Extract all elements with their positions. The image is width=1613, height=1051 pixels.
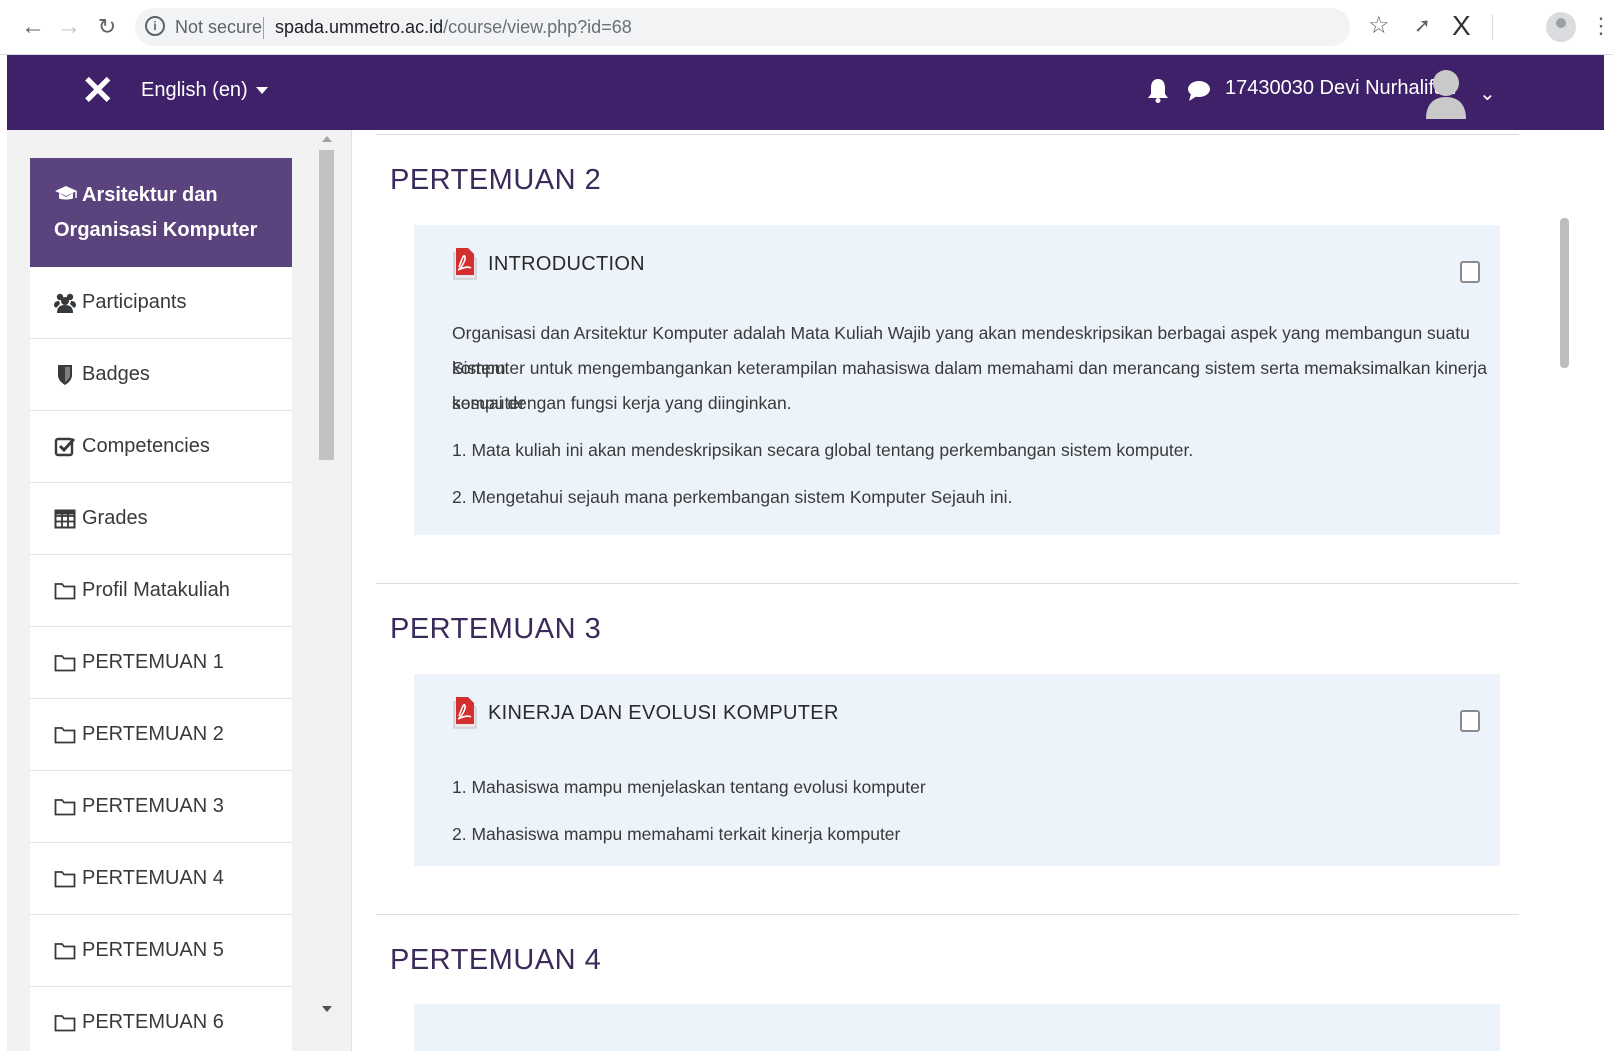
folder-icon <box>54 870 76 887</box>
course-content: PERTEMUAN 2 INTRODUCTION Organisasi dan … <box>352 130 1604 1051</box>
section-title[interactable]: PERTEMUAN 2 <box>390 164 601 197</box>
sidebar-item-label: PERTEMUAN 2 <box>82 723 224 745</box>
sidebar-item-label: Participants <box>82 291 187 313</box>
sidebar-item-label: PERTEMUAN 3 <box>82 795 224 817</box>
url-path: /course/view.php?id=68 <box>443 17 632 37</box>
chevron-down-icon[interactable]: ⌄ <box>1479 81 1496 106</box>
users-icon <box>54 293 76 313</box>
sidebar-item-label: PERTEMUAN 4 <box>82 867 224 889</box>
activity-header[interactable]: KINERJA DAN EVOLUSI KOMPUTER <box>452 696 839 730</box>
table-icon <box>54 509 76 528</box>
course-sidebar: Arsitektur dan Organisasi Komputer Parti… <box>7 130 352 1051</box>
sidebar-item-profil-matakuliah[interactable]: Profil Matakuliah <box>30 555 292 627</box>
pdf-icon <box>453 697 477 729</box>
description-line: 1. Mata kuliah ini akan mendeskripsikan … <box>452 440 1194 460</box>
sidebar-course-title[interactable]: Arsitektur dan Organisasi Komputer <box>30 158 292 267</box>
sidebar-item-grades[interactable]: Grades <box>30 483 292 555</box>
bell-icon[interactable] <box>1147 77 1169 103</box>
shield-icon <box>58 364 72 385</box>
section-divider <box>376 914 1519 915</box>
forward-arrow-icon[interactable]: → <box>54 12 84 42</box>
activity-header[interactable]: INTRODUCTION <box>452 247 645 281</box>
activity-pertemuan-4 <box>414 1004 1500 1051</box>
address-bar[interactable]: i Not secure spada.ummetro.ac.id/course/… <box>135 8 1350 46</box>
sidebar-item-label: Badges <box>82 363 150 385</box>
profile-icon[interactable] <box>1546 12 1576 42</box>
activity-kinerja: KINERJA DAN EVOLUSI KOMPUTER 1. Mahasisw… <box>414 674 1500 866</box>
extension-icon[interactable]: ➚ <box>1414 10 1431 42</box>
sidebar-item-pertemuan-1[interactable]: PERTEMUAN 1 <box>30 627 292 699</box>
section-divider <box>376 134 1519 135</box>
folder-icon <box>54 582 76 599</box>
sidebar-item-pertemuan-5[interactable]: PERTEMUAN 5 <box>30 915 292 987</box>
x-extension-icon[interactable]: X <box>1452 10 1471 42</box>
chat-icon[interactable] <box>1187 79 1211 103</box>
sidebar-item-pertemuan-2[interactable]: PERTEMUAN 2 <box>30 699 292 771</box>
sidebar-item-badges[interactable]: Badges <box>30 339 292 411</box>
folder-icon <box>54 942 76 959</box>
user-name[interactable]: 17430030 Devi Nurhalifah <box>1225 77 1456 100</box>
completion-checkbox[interactable] <box>1460 710 1480 732</box>
folder-icon <box>54 726 76 743</box>
sidebar-item-label: Profil Matakuliah <box>82 579 230 601</box>
sidebar-item-pertemuan-4[interactable]: PERTEMUAN 4 <box>30 843 292 915</box>
close-drawer-icon[interactable]: ✕ <box>81 69 115 113</box>
scroll-down-arrow-icon[interactable] <box>322 1006 332 1012</box>
sidebar-item-competencies[interactable]: Competencies <box>30 411 292 483</box>
sidebar-item-label: Grades <box>82 507 148 529</box>
language-label: English (en) <box>141 79 248 101</box>
sidebar-item-label: Competencies <box>82 435 210 457</box>
back-arrow-icon[interactable]: ← <box>18 12 48 42</box>
sidebar-item-participants[interactable]: Participants <box>30 267 292 339</box>
folder-icon <box>54 654 76 671</box>
course-title-text: Arsitektur dan Organisasi Komputer <box>54 184 258 241</box>
browser-toolbar: ← → ↻ i Not secure spada.ummetro.ac.id/c… <box>0 0 1613 55</box>
folder-icon <box>54 798 76 815</box>
folder-icon <box>54 1014 76 1031</box>
scroll-up-arrow-icon[interactable] <box>322 136 332 142</box>
reload-icon[interactable]: ↻ <box>92 12 122 42</box>
section-title[interactable]: PERTEMUAN 4 <box>390 944 601 977</box>
caret-down-icon <box>255 87 268 95</box>
site-navbar: ✕ English (en) 17430030 Devi Nurhalifah … <box>7 55 1604 130</box>
section-title[interactable]: PERTEMUAN 3 <box>390 613 601 646</box>
avatar[interactable] <box>1423 67 1469 119</box>
language-menu[interactable]: English (en) <box>141 79 268 102</box>
activity-introduction: INTRODUCTION Organisasi dan Arsitektur K… <box>414 225 1500 535</box>
sidebar-item-pertemuan-3[interactable]: PERTEMUAN 3 <box>30 771 292 843</box>
url-text[interactable]: spada.ummetro.ac.id/course/view.php?id=6… <box>275 17 632 38</box>
sidebar-item-label: PERTEMUAN 6 <box>82 1011 224 1033</box>
sidebar-item-label: PERTEMUAN 5 <box>82 939 224 961</box>
toolbar-divider <box>1492 14 1493 40</box>
sidebar-scroll-thumb[interactable] <box>319 150 334 460</box>
checkbox-icon <box>54 437 76 456</box>
star-icon[interactable]: ☆ <box>1368 10 1390 42</box>
description-line: 1. Mahasiswa mampu menjelaskan tentang e… <box>452 777 926 797</box>
completion-checkbox[interactable] <box>1460 261 1480 283</box>
sidebar-item-pertemuan-6[interactable]: PERTEMUAN 6 <box>30 987 292 1051</box>
more-menu-icon[interactable]: ⋮ <box>1590 10 1612 42</box>
address-separator <box>263 17 264 39</box>
graduation-cap-icon <box>55 186 77 200</box>
activity-title[interactable]: INTRODUCTION <box>488 253 645 276</box>
url-host: spada.ummetro.ac.id <box>275 17 444 37</box>
description-line: 2. Mahasiswa mampu memahami terkait kine… <box>452 824 901 844</box>
activity-title[interactable]: KINERJA DAN EVOLUSI KOMPUTER <box>488 702 839 725</box>
description-line: 2. Mengetahui sejauh mana perkembangan s… <box>452 487 1013 507</box>
section-divider <box>376 583 1519 584</box>
sidebar-item-label: PERTEMUAN 1 <box>82 651 224 673</box>
not-secure-label: Not secure <box>175 17 263 37</box>
info-icon[interactable]: i <box>145 16 165 36</box>
pdf-icon <box>453 248 477 280</box>
page-scroll-thumb[interactable] <box>1560 218 1569 368</box>
description-line: sesuai dengan fungsi kerja yang diingink… <box>452 393 792 413</box>
